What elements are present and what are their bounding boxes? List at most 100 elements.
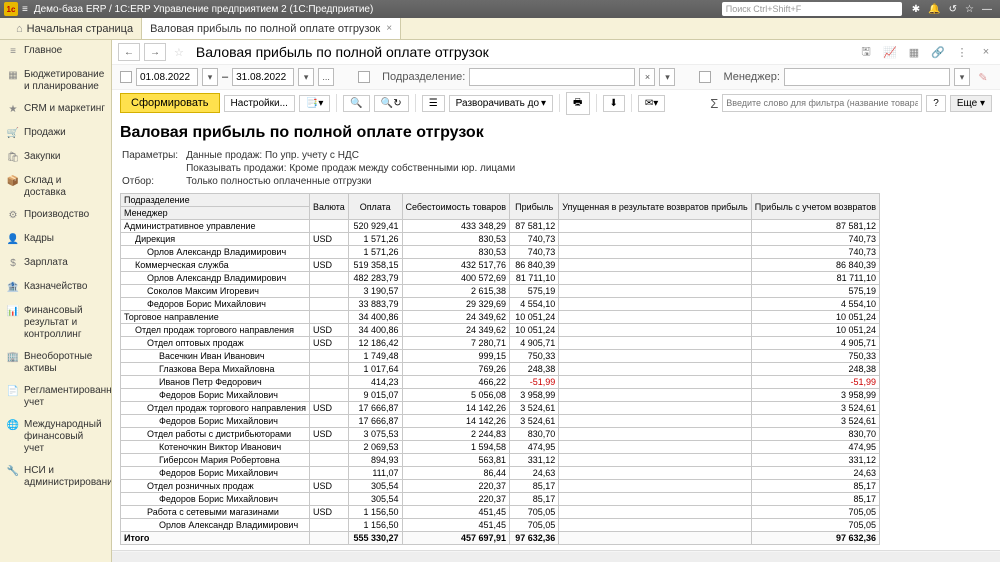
sel-value: Только полностью оплаченные отгрузки bbox=[186, 176, 521, 187]
sidebar-item-14[interactable]: 🔧НСИ и администрирование bbox=[0, 460, 111, 494]
sidebar-item-6[interactable]: ⚙Производство bbox=[0, 204, 111, 228]
sidebar-item-2[interactable]: ★CRM и маркетинг bbox=[0, 98, 111, 122]
collapse-button[interactable]: ☰ bbox=[422, 95, 445, 112]
sidebar-item-3[interactable]: 🛒Продажи bbox=[0, 122, 111, 146]
table-row[interactable]: Федоров Борис Михайлович9 015,075 056,08… bbox=[121, 389, 880, 402]
row-name: Отдел розничных продаж bbox=[121, 480, 310, 493]
row-lost bbox=[559, 389, 751, 402]
sidebar-item-0[interactable]: ≡Главное bbox=[0, 40, 111, 64]
forward-button[interactable]: → bbox=[144, 43, 166, 61]
sidebar-item-13[interactable]: 🌐Международный финансовый учет bbox=[0, 414, 111, 460]
table-row[interactable]: Отдел розничных продажUSD305,54220,3785,… bbox=[121, 480, 880, 493]
sidebar-item-1[interactable]: ▦Бюджетирование и планирование bbox=[0, 64, 111, 98]
row-payment: 1 156,50 bbox=[348, 506, 402, 519]
date-checkbox[interactable] bbox=[120, 71, 132, 83]
table-row[interactable]: Работа с сетевыми магазинамиUSD1 156,504… bbox=[121, 506, 880, 519]
sidebar-item-8[interactable]: $Зарплата bbox=[0, 252, 111, 276]
row-currency: USD bbox=[309, 324, 348, 337]
table-row[interactable]: Котеночкин Виктор Иванович2 069,531 594,… bbox=[121, 441, 880, 454]
mgr-input[interactable] bbox=[784, 68, 950, 86]
table-row[interactable]: Федоров Борис Михайлович17 666,8714 142,… bbox=[121, 415, 880, 428]
table-row[interactable]: Васечкин Иван Иванович1 749,48999,15750,… bbox=[121, 350, 880, 363]
table-row[interactable]: Федоров Борис Михайлович305,54220,3785,1… bbox=[121, 493, 880, 506]
row-profit-ret: 85,17 bbox=[751, 480, 879, 493]
settings-button[interactable]: Настройки... bbox=[224, 95, 295, 112]
row-payment: 305,54 bbox=[348, 493, 402, 506]
row-payment: 520 929,41 bbox=[348, 220, 402, 233]
table-row[interactable]: Орлов Александр Владимирович482 283,7940… bbox=[121, 272, 880, 285]
help-button[interactable]: ? bbox=[926, 95, 946, 112]
variants-button[interactable]: 📑▾ bbox=[299, 95, 330, 112]
date-from-input[interactable] bbox=[136, 68, 198, 86]
table-row[interactable]: Соколов Максим Игоревич3 190,572 615,385… bbox=[121, 285, 880, 298]
star-icon[interactable]: ☆ bbox=[965, 4, 974, 15]
dept-clear-icon[interactable]: × bbox=[639, 68, 655, 86]
sidebar-item-9[interactable]: 🏦Казначейство bbox=[0, 276, 111, 300]
row-cost: 29 329,69 bbox=[402, 298, 510, 311]
table-row[interactable]: Федоров Борис Михайлович33 883,7929 329,… bbox=[121, 298, 880, 311]
date-to-input[interactable] bbox=[232, 68, 294, 86]
global-search-input[interactable]: Поиск Ctrl+Shift+F bbox=[722, 2, 902, 16]
table-row[interactable]: Орлов Александр Владимирович1 156,50451,… bbox=[121, 519, 880, 532]
calc-icon[interactable]: ▦ bbox=[906, 44, 922, 60]
sidebar-item-5[interactable]: 📦Склад и доставка bbox=[0, 170, 111, 204]
dept-checkbox[interactable] bbox=[358, 71, 370, 83]
sidebar-item-7[interactable]: 👤Кадры bbox=[0, 228, 111, 252]
save-icon[interactable]: 🖫 bbox=[858, 44, 874, 60]
table-row[interactable]: Отдел работы с дистрибьюторамиUSD3 075,5… bbox=[121, 428, 880, 441]
bell-icon[interactable]: 🔔 bbox=[928, 4, 940, 15]
row-cost: 830,53 bbox=[402, 246, 510, 259]
favorite-icon[interactable]: ☆ bbox=[174, 46, 184, 59]
close-icon[interactable]: × bbox=[386, 23, 392, 34]
generate-button[interactable]: Сформировать bbox=[120, 93, 220, 113]
horizontal-scrollbar[interactable] bbox=[112, 550, 1000, 562]
mail-button[interactable]: ✉▾ bbox=[638, 95, 665, 112]
more-icon[interactable]: ⋮ bbox=[954, 44, 970, 60]
table-row[interactable]: Отдел оптовых продажUSD12 186,427 280,71… bbox=[121, 337, 880, 350]
sidebar-item-12[interactable]: 📄Регламентированный учет bbox=[0, 380, 111, 414]
dept-dropdown-icon[interactable]: ▾ bbox=[659, 68, 675, 86]
date-to-picker-icon[interactable]: ▾ bbox=[298, 68, 314, 86]
table-row[interactable]: Коммерческая службаUSD519 358,15432 517,… bbox=[121, 259, 880, 272]
print-button[interactable]: 🖶 bbox=[566, 92, 589, 115]
close-page-icon[interactable]: × bbox=[978, 44, 994, 60]
table-row[interactable]: Орлов Александр Владимирович1 571,26830,… bbox=[121, 246, 880, 259]
dept-input[interactable] bbox=[469, 68, 635, 86]
row-profit-ret: 86 840,39 bbox=[751, 259, 879, 272]
find-button[interactable]: 🔍 bbox=[343, 95, 369, 112]
table-row[interactable]: Федоров Борис Михайлович111,0786,4424,63… bbox=[121, 467, 880, 480]
expand-button[interactable]: Разворачивать до ▾ bbox=[449, 95, 553, 112]
mgr-checkbox[interactable] bbox=[699, 71, 711, 83]
sparkle-icon[interactable]: ✱ bbox=[912, 4, 920, 15]
more-button[interactable]: Еще ▾ bbox=[950, 95, 992, 112]
date-from-picker-icon[interactable]: ▾ bbox=[202, 68, 218, 86]
export-button[interactable]: ⬇ bbox=[603, 95, 625, 112]
table-row[interactable]: Иванов Петр Федорович414,23466,22-51,99-… bbox=[121, 376, 880, 389]
history-icon[interactable]: ↺ bbox=[949, 4, 957, 15]
table-row[interactable]: ДирекцияUSD1 571,26830,53740,73740,73 bbox=[121, 233, 880, 246]
mgr-dropdown-icon[interactable]: ▾ bbox=[954, 68, 970, 86]
sidebar-item-10[interactable]: 📊Финансовый результат и контроллинг bbox=[0, 300, 111, 346]
clear-filters-icon[interactable]: ✎ bbox=[974, 68, 992, 86]
table-row[interactable]: Торговое направление34 400,8624 349,6210… bbox=[121, 311, 880, 324]
tab-report[interactable]: Валовая прибыль по полной оплате отгрузо… bbox=[142, 18, 401, 39]
row-profit-ret: 10 051,24 bbox=[751, 311, 879, 324]
table-row[interactable]: Административное управление520 929,41433… bbox=[121, 220, 880, 233]
table-row[interactable]: Отдел продаж торгового направленияUSD34 … bbox=[121, 324, 880, 337]
back-button[interactable]: ← bbox=[118, 43, 140, 61]
sidebar-item-4[interactable]: 🛍Закупки bbox=[0, 146, 111, 170]
table-row[interactable]: Отдел продаж торгового направленияUSD17 … bbox=[121, 402, 880, 415]
table-row[interactable]: Глазкова Вера Михайловна1 017,64769,2624… bbox=[121, 363, 880, 376]
link-icon[interactable]: 🔗 bbox=[930, 44, 946, 60]
period-button[interactable]: ... bbox=[318, 68, 334, 86]
report-filter-input[interactable] bbox=[722, 94, 922, 112]
minimize-icon[interactable]: — bbox=[982, 4, 992, 15]
sum-icon[interactable]: Σ bbox=[710, 96, 718, 111]
tab-home[interactable]: ⌂ Начальная страница bbox=[8, 18, 142, 39]
row-lost bbox=[559, 285, 751, 298]
chart-icon[interactable]: 📈 bbox=[882, 44, 898, 60]
menu-icon[interactable]: ≡ bbox=[22, 4, 28, 15]
table-row[interactable]: Гиберсон Мария Робертовна894,93563,81331… bbox=[121, 454, 880, 467]
find-next-button[interactable]: 🔍↻ bbox=[374, 95, 409, 112]
sidebar-item-11[interactable]: 🏢Внеоборотные активы bbox=[0, 346, 111, 380]
